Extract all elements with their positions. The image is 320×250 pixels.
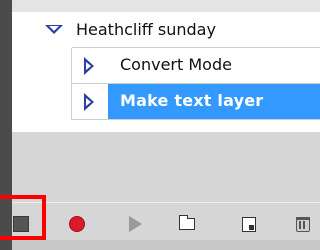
action-set-row[interactable]: Heathcliff sunday	[12, 12, 320, 48]
trash-icon	[296, 216, 310, 232]
panel-empty-area	[0, 132, 320, 202]
new-document-icon	[242, 216, 256, 232]
record-button[interactable]	[64, 211, 90, 237]
play-button[interactable]	[122, 211, 148, 237]
toggle-column	[12, 84, 72, 120]
panel-bottom-edge	[0, 240, 320, 250]
triangle-down-icon[interactable]	[45, 25, 63, 34]
toggle-column	[12, 48, 72, 84]
action-row-selected[interactable]: Make text layer	[12, 84, 320, 120]
annotation-highlight-box	[0, 195, 46, 240]
folder-icon	[179, 215, 195, 230]
actions-list: Heathcliff sunday Convert Mode Make text…	[0, 12, 320, 132]
triangle-right-icon[interactable]	[84, 57, 94, 75]
new-action-button[interactable]	[236, 211, 262, 237]
delete-button[interactable]	[290, 211, 316, 237]
record-circle-icon	[69, 216, 85, 232]
play-triangle-icon	[128, 216, 142, 232]
action-row[interactable]: Convert Mode	[12, 48, 320, 84]
action-name: Convert Mode	[120, 55, 232, 74]
triangle-right-icon[interactable]	[84, 93, 94, 111]
actions-panel: Heathcliff sunday Convert Mode Make text…	[0, 0, 320, 250]
action-name: Make text layer	[120, 91, 264, 110]
panel-top-strip	[0, 0, 320, 12]
action-set-name: Heathcliff sunday	[76, 20, 216, 39]
toggle-column	[12, 12, 72, 48]
new-set-button[interactable]	[174, 211, 200, 237]
